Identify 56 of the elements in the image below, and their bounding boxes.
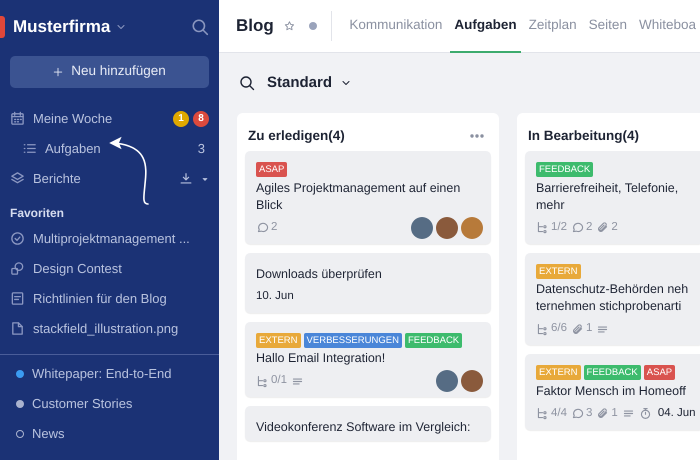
meta-count: 2 [611, 220, 618, 235]
channel-item[interactable]: Customer Stories [32, 394, 132, 414]
meta-count: 1/2 [551, 220, 567, 235]
count-badge: 1 [173, 110, 189, 126]
tab[interactable]: Aufgaben [450, 0, 521, 52]
task-card[interactable]: Videokonferenz Software im Vergleich: [245, 406, 491, 441]
column-title: Zu erledigen(4) [248, 126, 345, 145]
tag: ASAP [256, 162, 288, 177]
meta-count: 1 [586, 321, 592, 336]
task-card[interactable]: Downloads überprüfen 10. Jun [245, 252, 491, 312]
tag: FEEDBACK [584, 365, 641, 380]
task-card[interactable]: ASAP Agiles Projektmanagement auf einen Blick 2 [245, 151, 491, 244]
page-title: Blog [236, 15, 274, 38]
card-title: Barrierefreiheit, Telefonie, mehr [536, 180, 680, 214]
favorite-item[interactable]: Multiprojektmanagement ... [33, 228, 190, 248]
workspace-name[interactable]: Musterfirma [13, 14, 110, 40]
section-heading: Favoriten [10, 204, 66, 222]
meta-count: 0/1 [271, 373, 287, 388]
view-selector[interactable]: Standard [267, 72, 332, 94]
item-count: 3 [198, 140, 205, 158]
meta-count: 2 [586, 220, 592, 235]
tag: VERBESSERUNGEN [304, 332, 402, 348]
meta-count: 3 [586, 406, 592, 421]
new-button[interactable]: Neu hinzufügen [10, 56, 209, 88]
nav-item[interactable]: Aufgaben [45, 138, 101, 158]
card-title: Downloads überprüfen [256, 266, 383, 282]
card-title: Agiles Projektmanagement auf einen Blick [256, 180, 462, 214]
tag: ASAP [644, 365, 676, 380]
channel-item[interactable]: Whitepaper: End-to-End [32, 364, 172, 384]
nav-item[interactable]: Meine Woche [33, 108, 112, 128]
channel-item[interactable]: News [32, 424, 65, 444]
card-title: Hallo Email Integration! [256, 350, 386, 367]
card-title: Videokonferenz Software im Vergleich: [256, 419, 472, 436]
nav-item[interactable]: Berichte [33, 168, 81, 188]
count-badge: 8 [193, 110, 209, 126]
tag: EXTERN [256, 332, 301, 348]
tag: FEEDBACK [536, 162, 594, 177]
task-card[interactable]: EXTERN Datenschutz-Behörden neh ternehmen stichprobenarti 6/6 1 [525, 252, 700, 345]
task-card[interactable]: FEEDBACK Barrierefreiheit, Telefonie, mehr 1/2 2 2 [525, 151, 700, 244]
favorite-item[interactable]: stackfield_illustration.png [33, 318, 178, 338]
card-title: Faktor Mensch im Homeoff [536, 382, 687, 400]
favorite-item[interactable]: Richtlinien für den Blog [33, 288, 167, 308]
tag: EXTERN [536, 365, 581, 380]
tag: EXTERN [536, 264, 581, 278]
column-title: In Bearbeitung(4) [528, 126, 640, 145]
task-card[interactable]: EXTERN FEEDBACK ASAP Faktor Mensch im Homeoff 4/4 3 1 04. Jun [525, 354, 700, 430]
card-title: Datenschutz-Behörden neh ternehmen stichprobenarti [536, 281, 690, 315]
meta-count: 4/4 [551, 406, 567, 421]
meta-count: 6/6 [551, 321, 567, 336]
meta-count: 2 [271, 220, 278, 235]
due-date: 04. Jun [658, 406, 696, 421]
task-card[interactable]: EXTERN VERBESSERUNGEN FEEDBACK Hallo Email Integration! 0/1 [245, 322, 491, 397]
due-date: 10. Jun [256, 288, 294, 304]
meta-count: 1 [611, 406, 618, 421]
favorite-item[interactable]: Design Contest [33, 258, 122, 278]
tag: FEEDBACK [404, 332, 462, 348]
